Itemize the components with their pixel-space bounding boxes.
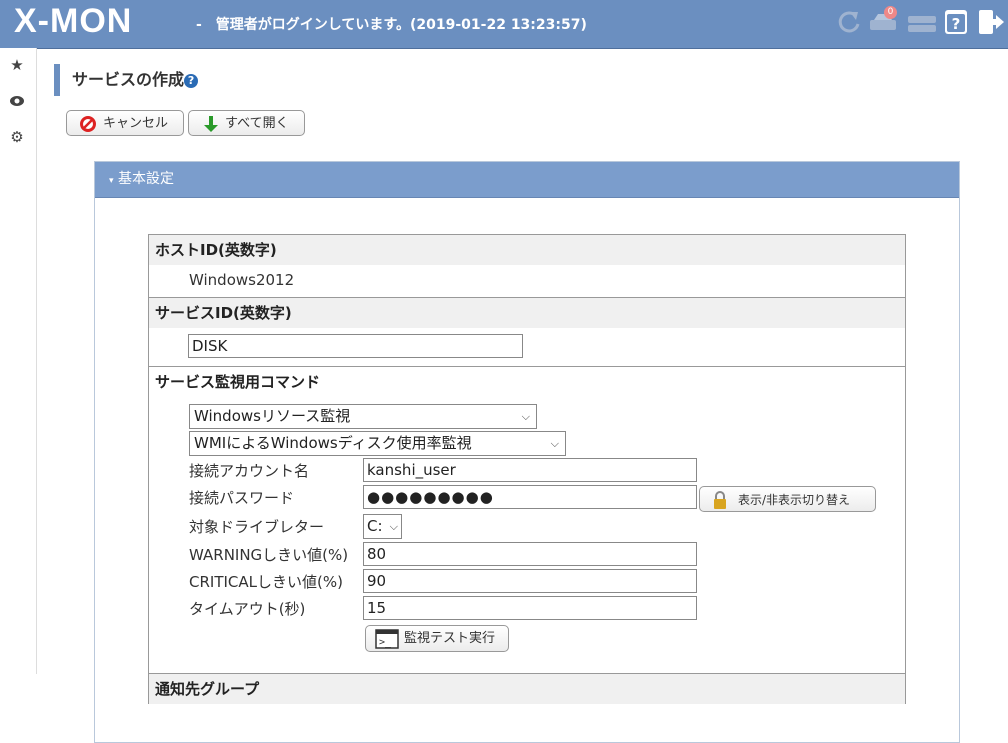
eye-icon[interactable] bbox=[8, 92, 26, 110]
timeout-label: タイムアウト(秒) bbox=[189, 600, 306, 618]
notify-group-label: 通知先グループ bbox=[149, 674, 905, 704]
timeout-input[interactable]: 15 bbox=[363, 596, 697, 620]
service-id-row: DISK bbox=[149, 328, 905, 367]
service-id-input[interactable]: DISK bbox=[188, 334, 523, 358]
star-icon[interactable]: ★ bbox=[8, 56, 26, 74]
drive-select[interactable]: C: ⌵ bbox=[363, 514, 402, 539]
refresh-icon[interactable] bbox=[836, 6, 864, 38]
inbox-icon[interactable]: 0 bbox=[868, 6, 900, 38]
warning-label: WARNINGしきい値(%) bbox=[189, 546, 349, 564]
password-toggle-label: 表示/非表示切り替え bbox=[738, 493, 851, 507]
lock-icon bbox=[712, 490, 728, 510]
expand-all-button[interactable]: すべて開く bbox=[188, 110, 305, 136]
top-header: X-MON - 管理者がログインしています。(2019-01-22 13:23:… bbox=[0, 0, 1008, 49]
command-label: サービス監視用コマンド bbox=[149, 367, 905, 397]
chevron-down-icon: ⌵ bbox=[521, 410, 530, 423]
page-title-text: サービスの作成 bbox=[72, 70, 185, 89]
cancel-button[interactable]: キャンセル bbox=[66, 110, 184, 136]
panel-header[interactable]: ▾ 基本設定 bbox=[95, 162, 959, 198]
main-content: サービスの作成? キャンセル すべて開く ▾ 基本設定 ホストID(英数字) W… bbox=[36, 48, 1008, 743]
chevron-down-icon: ⌵ bbox=[389, 520, 398, 533]
critical-input[interactable]: 90 bbox=[363, 569, 697, 593]
svg-text:?: ? bbox=[952, 15, 961, 33]
drive-label: 対象ドライブレター bbox=[189, 518, 325, 536]
app-logo[interactable]: X-MON bbox=[14, 2, 132, 41]
account-input[interactable]: kanshi_user bbox=[363, 458, 697, 482]
chevron-down-icon: ⌵ bbox=[550, 437, 559, 450]
command-category-select[interactable]: Windowsリソース監視 ⌵ bbox=[189, 404, 537, 429]
command-category-value: Windowsリソース監視 bbox=[194, 407, 351, 425]
arrow-down-icon bbox=[203, 115, 219, 133]
password-toggle-button[interactable]: 表示/非表示切り替え bbox=[699, 486, 876, 512]
cancel-label: キャンセル bbox=[103, 116, 169, 131]
drive-value: C: bbox=[367, 517, 383, 535]
host-id-label: ホストID(英数字) bbox=[149, 235, 905, 265]
basic-settings-panel: ▾ 基本設定 ホストID(英数字) Windows2012 サービスID(英数字… bbox=[94, 161, 960, 743]
sidebar: ★ ⚙ bbox=[0, 48, 37, 674]
host-id-row: Windows2012 bbox=[149, 265, 905, 298]
monitor-test-label: 監視テスト実行 bbox=[404, 631, 496, 646]
password-input[interactable]: ●●●●●●●●● bbox=[363, 485, 697, 509]
login-status: - 管理者がログインしています。(2019-01-22 13:23:57) bbox=[196, 17, 587, 33]
critical-label: CRITICALしきい値(%) bbox=[189, 573, 343, 591]
host-id-value: Windows2012 bbox=[189, 271, 295, 289]
server-icon[interactable] bbox=[906, 6, 938, 38]
gear-icon[interactable]: ⚙ bbox=[8, 128, 26, 146]
service-form: ホストID(英数字) Windows2012 サービスID(英数字) DISK … bbox=[148, 234, 906, 704]
collapse-caret-icon: ▾ bbox=[109, 176, 114, 186]
svg-text:>_: >_ bbox=[379, 637, 392, 648]
password-label: 接続パスワード bbox=[189, 489, 295, 507]
command-plugin-select[interactable]: WMIによるWindowsディスク使用率監視 ⌵ bbox=[189, 431, 566, 456]
panel-title: 基本設定 bbox=[117, 171, 174, 187]
warning-input[interactable]: 80 bbox=[363, 542, 697, 566]
help-icon[interactable]: ? bbox=[943, 6, 969, 38]
monitor-test-button[interactable]: >_ 監視テスト実行 bbox=[365, 625, 509, 652]
command-plugin-value: WMIによるWindowsディスク使用率監視 bbox=[194, 434, 472, 452]
logout-icon[interactable] bbox=[976, 6, 1004, 38]
cancel-icon bbox=[79, 115, 97, 133]
notification-badge: 0 bbox=[884, 6, 897, 19]
page-title: サービスの作成? bbox=[54, 64, 199, 96]
help-icon[interactable]: ? bbox=[184, 73, 199, 88]
command-row: Windowsリソース監視 ⌵ WMIによるWindowsディスク使用率監視 ⌵ 接… bbox=[149, 397, 905, 674]
service-id-label: サービスID(英数字) bbox=[149, 298, 905, 328]
account-label: 接続アカウント名 bbox=[189, 462, 310, 480]
terminal-icon: >_ bbox=[375, 629, 399, 649]
expand-all-label: すべて開く bbox=[225, 116, 289, 131]
